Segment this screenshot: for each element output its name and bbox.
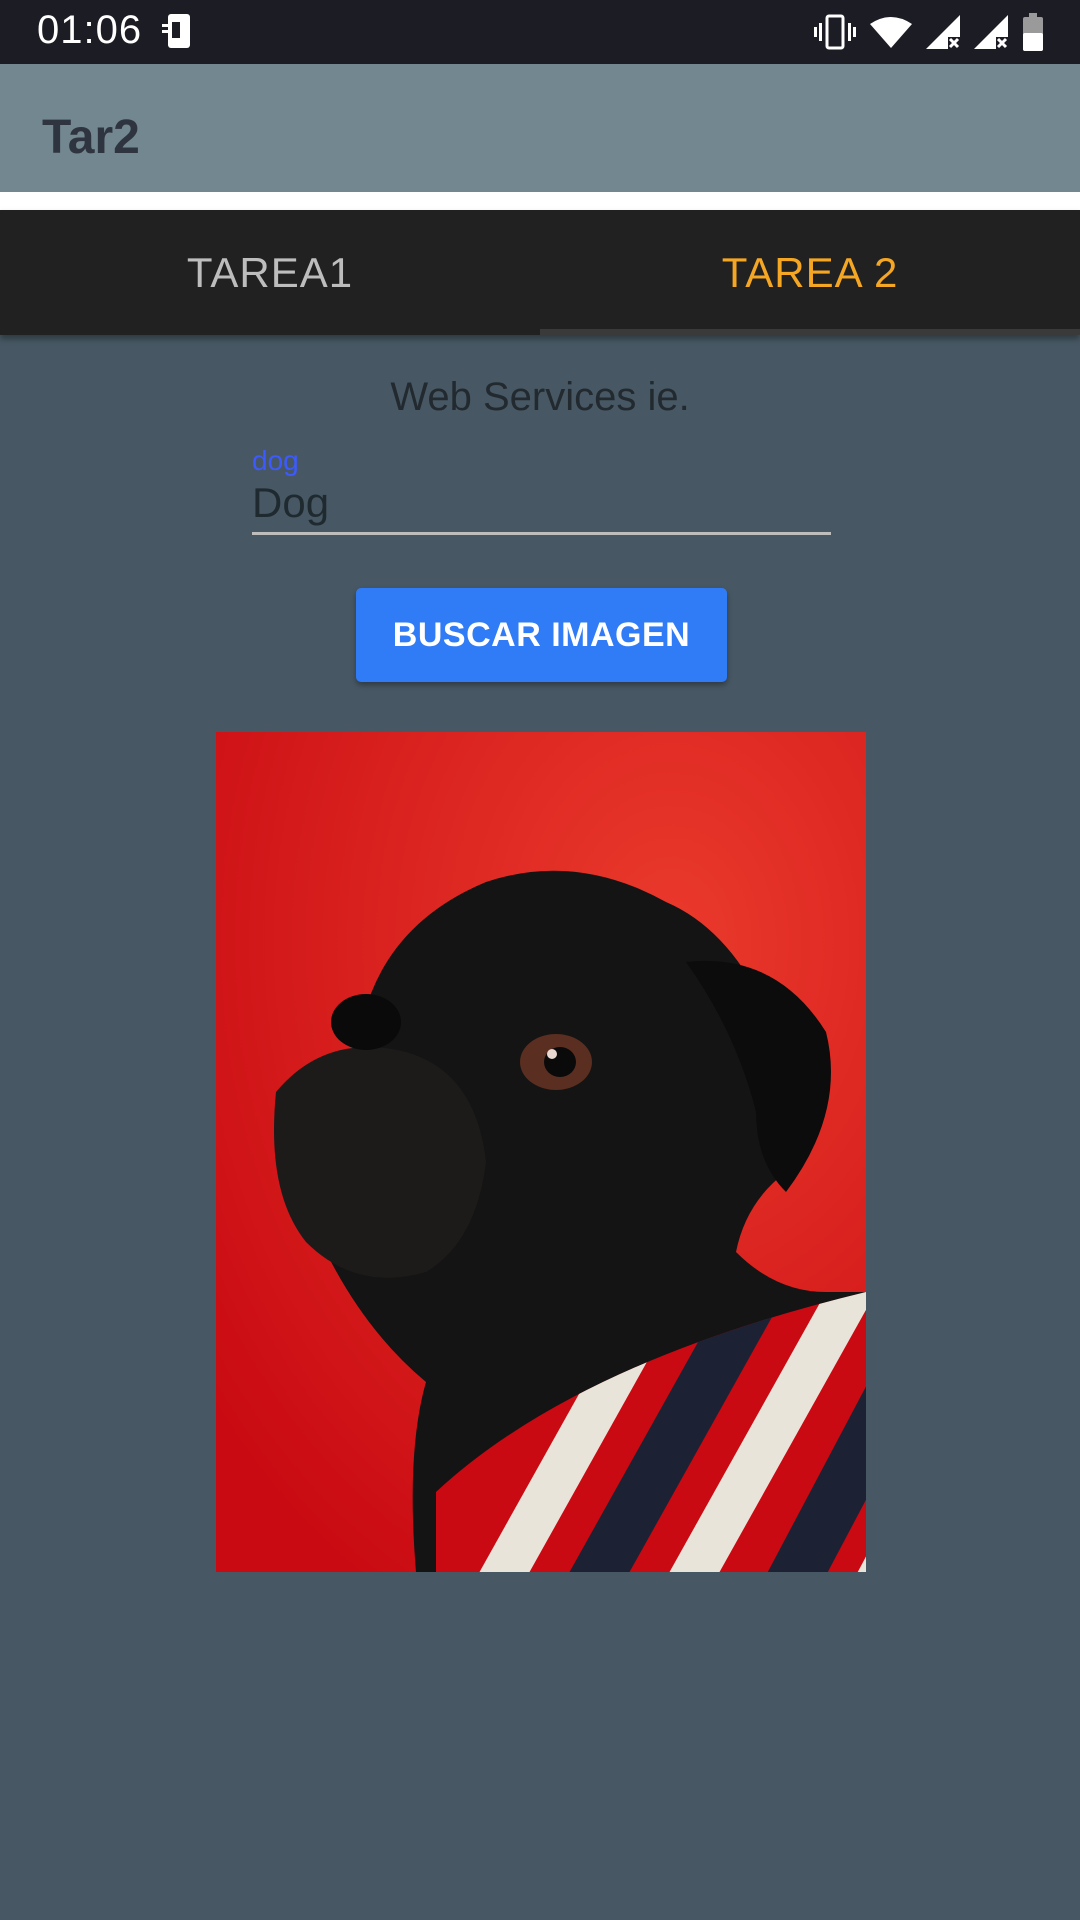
search-field-label: dog	[252, 445, 299, 476]
search-input[interactable]	[252, 477, 831, 529]
status-bar: 01:06	[0, 0, 1080, 64]
divider	[0, 192, 1080, 210]
vibrate-icon	[814, 14, 856, 50]
phone-screen-icon	[158, 12, 198, 52]
status-time: 01:06	[37, 8, 143, 52]
status-icons	[814, 12, 1044, 52]
tab-tarea1[interactable]: TAREA1	[0, 210, 540, 335]
app-bar: Tar2	[0, 64, 1080, 192]
page-heading: Web Services ie.	[390, 375, 690, 419]
signal-icon	[974, 15, 1008, 49]
wifi-icon	[870, 16, 912, 48]
main-content: Web Services ie. dog BUSCAR IMAGEN	[0, 335, 1080, 1920]
tab-bar: TAREA1 TAREA 2	[0, 210, 1080, 335]
app-title: Tar2	[42, 111, 140, 164]
result-image	[216, 732, 866, 1572]
search-image-button[interactable]: BUSCAR IMAGEN	[356, 588, 727, 682]
battery-icon	[1022, 13, 1044, 51]
signal-icon	[926, 15, 960, 49]
search-field: dog	[252, 445, 831, 535]
tab-tarea2[interactable]: TAREA 2	[540, 210, 1080, 335]
